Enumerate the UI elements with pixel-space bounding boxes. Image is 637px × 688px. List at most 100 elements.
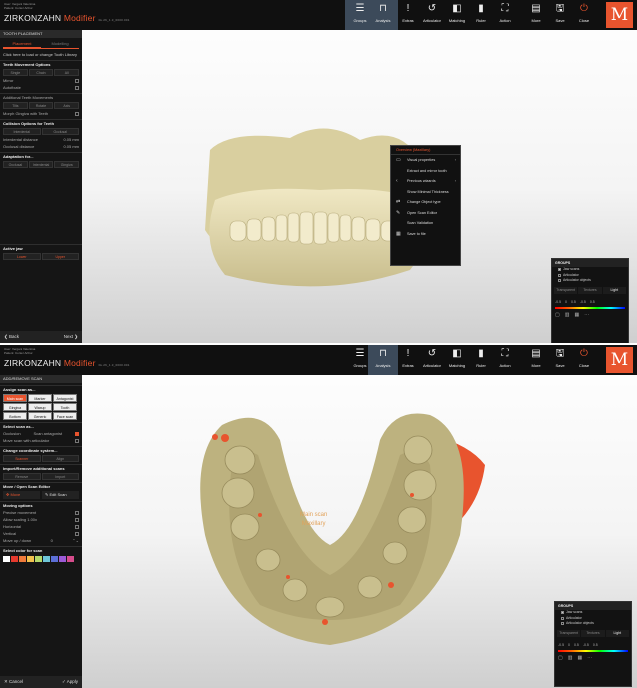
jaw-upper[interactable]: Upper (41, 253, 79, 260)
color-swatch[interactable] (27, 556, 34, 562)
grid-icon[interactable]: ▦ (577, 655, 582, 661)
interdental-distance[interactable]: Interdental distance 0.05 mm (0, 136, 82, 143)
mirror-checkbox[interactable] (75, 78, 79, 83)
tab-modelling[interactable]: Modelling (41, 40, 79, 48)
coord-scanner[interactable]: Scanner (3, 455, 41, 462)
waxup-button[interactable]: Waxup (28, 403, 52, 411)
back-button[interactable]: ❮ Back (4, 334, 19, 340)
occlusal-value[interactable]: 0.05 mm (63, 143, 79, 150)
group-articulator-objects[interactable]: Articulator objects (555, 621, 631, 627)
mirror-option[interactable]: Mirror (0, 77, 82, 84)
move-updown-row[interactable]: Move up / down 0 ⌃⌄ (0, 537, 82, 544)
move-updown-value[interactable]: 0 (51, 537, 53, 544)
tab-light[interactable]: Light (605, 629, 629, 637)
color-swatch[interactable] (3, 556, 10, 562)
mode-occlusal[interactable]: Occlusal (41, 128, 79, 135)
menu-item-change-object-type[interactable]: ⇄ Change Object type (391, 197, 460, 208)
checkbox[interactable] (558, 273, 561, 277)
occlusal-distance[interactable]: Occlusal distance 0.05 mm (0, 143, 82, 150)
face-scan-button[interactable]: Face scan (53, 412, 77, 420)
split-icon[interactable]: ▥ (568, 655, 573, 661)
allow-scaling-row[interactable]: Allow scaling 1.00x (0, 516, 82, 523)
scaling-checkbox[interactable] (75, 517, 79, 522)
horizontal-row[interactable]: Horizontal (0, 523, 82, 530)
interdental-value[interactable]: 0.05 mm (63, 136, 79, 143)
menu-item-save-to-file[interactable]: ▦ Save to file (391, 229, 460, 240)
mode-interdental[interactable]: Interdental (3, 128, 41, 135)
menu-item-previous-wizards[interactable]: ‹ Previous wizards › (391, 176, 460, 187)
group-articulator-objects[interactable]: Articulator objects (552, 278, 628, 284)
menu-item-scan-validation[interactable]: Scan Validation (391, 218, 460, 229)
checkbox[interactable] (561, 611, 564, 615)
tab-light[interactable]: Light (602, 286, 626, 294)
tab-placement[interactable]: Placement (3, 40, 41, 48)
menu-item-extract-mirror[interactable]: Extract and mirror tooth (391, 166, 460, 177)
checkbox[interactable] (561, 622, 564, 626)
marker-button[interactable]: Marker (28, 394, 52, 402)
precise-checkbox[interactable] (75, 510, 79, 515)
mode-single[interactable]: Single (3, 69, 28, 76)
checkbox[interactable] (561, 616, 564, 620)
tab-transparent[interactable]: Transparent (554, 286, 578, 294)
mode-axis[interactable]: Axis (54, 102, 80, 109)
dots-icon[interactable]: ⋯ (587, 655, 592, 661)
move-scan-checkbox[interactable] (75, 438, 79, 443)
menu-item-open-scan-editor[interactable]: ✎ Open Scan Editor (391, 208, 460, 219)
mode-chain[interactable]: Chain (28, 69, 54, 76)
color-swatch[interactable] (51, 556, 58, 562)
mode-rotate[interactable]: Rotate (28, 102, 54, 109)
vertical-checkbox[interactable] (75, 531, 79, 536)
color-swatch[interactable] (19, 556, 26, 562)
precise-movement-row[interactable]: Precise movement (0, 509, 82, 516)
tab-textures[interactable]: Textures (581, 629, 605, 637)
color-swatch[interactable] (35, 556, 42, 562)
bottom-button[interactable]: Bottom (3, 412, 27, 420)
tab-transparent[interactable]: Transparent (557, 629, 581, 637)
color-swatch[interactable] (11, 556, 18, 562)
mode-all[interactable]: All (54, 69, 80, 76)
split-icon[interactable]: ▥ (565, 312, 570, 318)
grid-icon[interactable]: ▦ (574, 312, 579, 318)
adapt-occlusal[interactable]: Occlusal (3, 161, 28, 168)
move-button[interactable]: ✥ Move (3, 491, 40, 499)
square-icon[interactable]: ▢ (558, 655, 563, 661)
color-swatch[interactable] (59, 556, 66, 562)
next-button[interactable]: Next ❯ (64, 334, 78, 340)
horizontal-checkbox[interactable] (75, 524, 79, 529)
generic-button[interactable]: Generic (28, 412, 52, 420)
color-swatch[interactable] (67, 556, 74, 562)
checkbox[interactable] (558, 268, 561, 272)
coord-align[interactable]: Align (41, 455, 79, 462)
library-hint-link[interactable]: Click here to load or change Tooth Libra… (0, 51, 82, 58)
stepper-icon[interactable]: ⌃⌄ (72, 537, 79, 544)
edit-scan-button[interactable]: ✎ Edit Scan (42, 491, 79, 499)
cancel-button[interactable]: ✕ Cancel (4, 679, 23, 685)
jaw-lower[interactable]: Lower (3, 253, 41, 260)
square-icon[interactable]: ▢ (555, 312, 560, 318)
import-scan-button[interactable]: Import (41, 473, 79, 480)
morph-option[interactable]: Morph Gingiva with Teeth (0, 110, 82, 117)
apply-button[interactable]: ✓ Apply (62, 679, 78, 685)
main-scan-button[interactable]: Main scan (3, 394, 27, 402)
menu-item-minimal-thickness[interactable]: Show Minimal Thickness (391, 187, 460, 198)
remove-scan-button[interactable]: Remove (3, 473, 41, 480)
mode-tilts[interactable]: Tilts (3, 102, 28, 109)
jaw-model-view[interactable] (0, 0, 637, 343)
dots-icon[interactable]: ⋯ (584, 312, 589, 318)
adapt-gingiva[interactable]: Gingiva (54, 161, 80, 168)
tooth-button[interactable]: Tooth (53, 403, 77, 411)
checkbox[interactable] (558, 279, 561, 283)
autofixate-checkbox[interactable] (75, 85, 79, 90)
scan-antagonist-checkbox[interactable] (75, 431, 79, 436)
gingiva-button[interactable]: Gingiva (3, 403, 27, 411)
color-swatch[interactable] (43, 556, 50, 562)
adapt-interdental[interactable]: Interdental (28, 161, 54, 168)
vertical-row[interactable]: Vertical (0, 530, 82, 537)
morph-checkbox[interactable] (75, 111, 79, 116)
menu-item-visual-properties[interactable]: ▭ Visual properties › (391, 155, 460, 166)
occlusion-row[interactable]: Occlusion Scan antagonist (0, 430, 82, 437)
antagonist-button[interactable]: Antagonist (53, 394, 77, 402)
tab-textures[interactable]: Textures (578, 286, 602, 294)
autofixate-option[interactable]: Autofixate (0, 84, 82, 91)
move-scan-row[interactable]: Move scan with articulator (0, 437, 82, 444)
